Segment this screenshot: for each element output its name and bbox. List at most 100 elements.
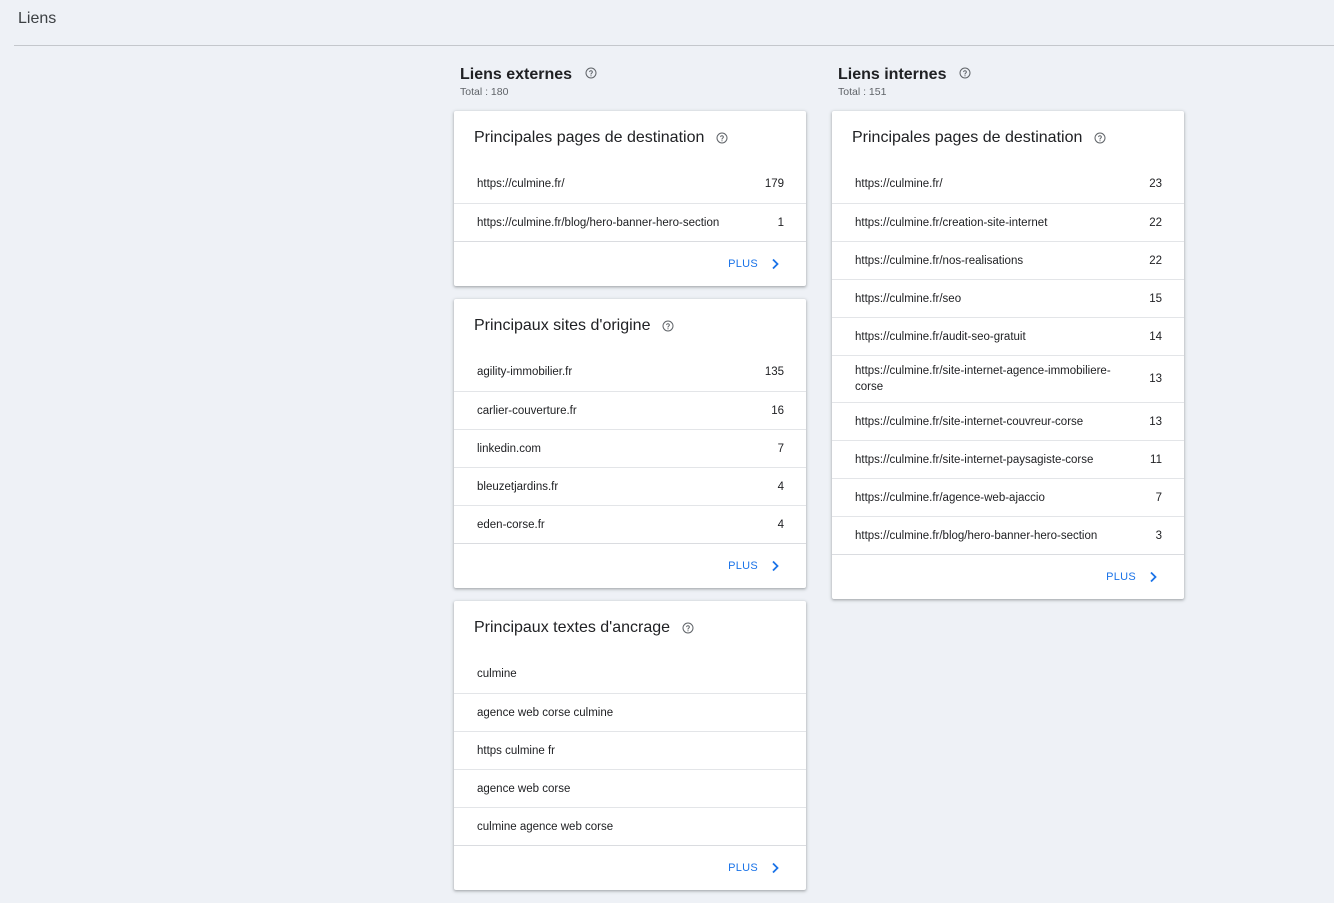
row-value: 179 [764,178,784,190]
table-row[interactable]: https://culmine.fr/creation-site-interne… [832,203,1184,241]
internal-top-pages-card: Principales pages de destination https:/… [832,111,1184,599]
chevron-right-icon [772,862,779,874]
help-icon[interactable] [959,67,971,79]
table-row[interactable]: https://culmine.fr/site-internet-couvreu… [832,402,1184,440]
table-row[interactable]: culmine [454,655,806,693]
card-footer: PLUS [454,544,806,588]
row-label: culmine agence web corse [477,820,614,833]
external-links-header: Liens externes Total : 180 [454,66,806,111]
table-row[interactable]: agility-immobilier.fr 135 [454,353,806,391]
table-rows: https://culmine.fr/179 https://culmine.f… [454,165,806,242]
help-icon[interactable] [682,622,694,634]
help-icon[interactable] [585,67,597,79]
row-label: agence web corse [477,782,571,795]
row-label: bleuzetjardins.fr [477,480,559,493]
row-label: https://culmine.fr/blog/hero-banner-hero… [477,216,720,229]
card-footer: PLUS [832,555,1184,599]
row-label: https://culmine.fr/site-internet-couvreu… [855,415,1084,428]
more-button-label: PLUS [1106,571,1136,583]
row-label: agence web corse culmine [477,706,614,719]
row-value: 3 [1155,529,1162,542]
table-row[interactable]: https://culmine.fr/blog/hero-banner-hero… [454,203,806,241]
table-row[interactable]: culmine agence web corse [454,807,806,845]
page-title: Liens [18,10,57,27]
table-row[interactable]: https://culmine.fr/179 [454,165,806,203]
row-label: eden-corse.fr [477,518,545,531]
table-row[interactable]: bleuzetjardins.fr 4 [454,467,806,505]
table-row[interactable]: https://culmine.fr/blog/hero-banner-hero… [832,516,1184,554]
table-row[interactable]: https://culmine.fr/agence-web-ajaccio 7 [832,478,1184,516]
card-footer: PLUS [454,846,806,890]
internal-links-header: Liens internes Total : 151 [832,66,1184,111]
more-button-label: PLUS [728,258,758,270]
table-row[interactable]: carlier-couverture.fr 16 [454,391,806,429]
more-button-label: PLUS [728,862,758,874]
card-header: Principaux textes d'ancrage [454,601,806,655]
table-row[interactable]: https://culmine.fr/audit-seo-gratuit 14 [832,317,1184,355]
internal-links-title: Liens internes [838,66,947,83]
external-links-column: Liens externes Total : 180 Principales p… [454,66,806,903]
row-label: https://culmine.fr/agence-web-ajaccio [855,491,1045,504]
external-top-sites-card: Principaux sites d'origine agility-immob… [454,299,806,588]
table-row[interactable]: https culmine fr [454,731,806,769]
table-row[interactable]: eden-corse.fr 4 [454,505,806,543]
row-value: 13 [1149,373,1162,385]
internal-links-total: Total : 151 [838,86,887,98]
external-top-anchors-card: Principaux textes d'ancrage culmine agen… [454,601,806,890]
table-row[interactable]: https://culmine.fr/seo 15 [832,279,1184,317]
external-top-pages-card: Principales pages de destination https:/… [454,111,806,286]
row-value: 7 [777,442,784,455]
row-value: 1 [777,216,784,229]
help-icon[interactable] [716,132,728,144]
more-button[interactable]: PLUS [1106,571,1158,583]
chevron-right-icon [772,258,779,270]
more-button[interactable]: PLUS [728,560,780,572]
page-header: Liens [14,0,1334,46]
external-links-total: Total : 180 [460,86,509,98]
row-label: https culmine fr [477,744,555,757]
more-button[interactable]: PLUS [728,258,780,270]
row-value: 22 [1149,254,1162,267]
card-header: Principales pages de destination [832,111,1184,165]
more-button[interactable]: PLUS [728,862,780,874]
table-row[interactable]: https://culmine.fr/site-internet-paysagi… [832,440,1184,478]
row-value: 14 [1149,330,1162,343]
table-row[interactable]: agence web corse culmine [454,693,806,731]
row-label: culmine [477,668,517,680]
card-title: Principales pages de destination [474,129,705,146]
card-footer: PLUS [454,242,806,286]
row-label: agility-immobilier.fr [477,366,573,378]
row-value: 13 [1149,415,1162,428]
row-value: 11 [1150,453,1162,466]
external-links-title: Liens externes [460,66,573,83]
more-button-label: PLUS [728,560,758,572]
table-row[interactable]: agence web corse [454,769,806,807]
table-row[interactable]: https://culmine.fr/23 [832,165,1184,203]
table-row[interactable]: linkedin.com 7 [454,429,806,467]
row-label: https://culmine.fr/audit-seo-gratuit [855,330,1026,343]
row-value: 15 [1149,292,1162,305]
row-label: https://culmine.fr/ [477,178,565,190]
help-icon[interactable] [1094,132,1106,144]
row-label: carlier-couverture.fr [477,404,577,417]
card-title: Principaux textes d'ancrage [474,619,671,636]
table-row[interactable]: https://culmine.fr/site-internet-agence-… [832,355,1184,402]
row-label: https://culmine.fr/creation-site-interne… [855,216,1048,229]
table-row[interactable]: https://culmine.fr/nos-realisations 22 [832,241,1184,279]
row-label: https://culmine.fr/site-internet-paysagi… [855,453,1094,466]
card-header: Principaux sites d'origine [454,299,806,353]
row-value: 135 [764,366,784,378]
row-label: linkedin.com [477,442,541,455]
chevron-right-icon [1150,571,1157,583]
chevron-right-icon [772,560,779,572]
card-header: Principales pages de destination [454,111,806,165]
help-icon[interactable] [662,320,674,332]
card-title: Principaux sites d'origine [474,317,651,334]
row-value: 16 [771,404,784,417]
row-label: https://culmine.fr/site-internet-agence-… [855,365,1111,393]
row-value: 23 [1149,178,1162,190]
row-value: 4 [777,480,784,493]
internal-links-column: Liens internes Total : 151 Principales p… [832,66,1184,612]
card-title: Principales pages de destination [852,129,1083,146]
row-label: https://culmine.fr/nos-realisations [855,254,1024,267]
